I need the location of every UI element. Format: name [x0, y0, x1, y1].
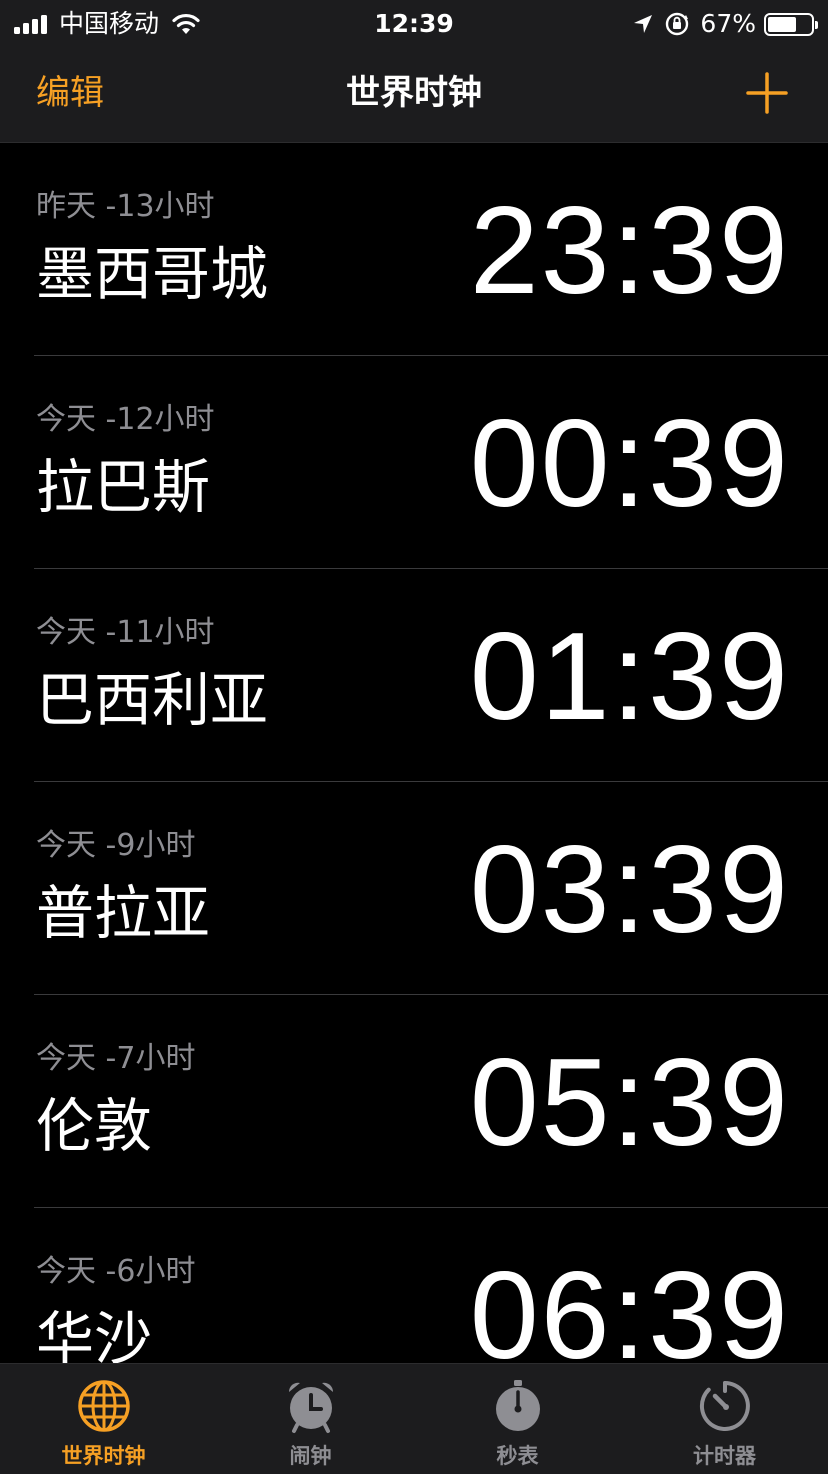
battery-icon: [764, 12, 818, 36]
list-item[interactable]: 今天 -9小时 普拉亚 03:39: [34, 782, 828, 995]
list-item[interactable]: 昨天 -13小时 墨西哥城 23:39: [34, 143, 828, 356]
day-offset-label: 今天 -9小时: [36, 828, 196, 863]
day-offset-label: 今天 -12小时: [36, 402, 215, 437]
alarm-clock-icon: [288, 1382, 333, 1433]
city-time: 03:39: [469, 821, 790, 959]
globe-icon: [77, 1380, 130, 1432]
city-time: 05:39: [469, 1034, 790, 1172]
tab-label: 秒表: [496, 1444, 539, 1468]
orientation-lock-icon: [666, 12, 689, 36]
tab-label: 世界时钟: [61, 1444, 146, 1468]
city-name: 普拉亚: [36, 879, 211, 947]
plus-icon[interactable]: [746, 72, 788, 114]
status-bar: 中国移动 12:39 67%: [0, 0, 828, 48]
city-name: 华沙: [36, 1305, 153, 1363]
list-item[interactable]: 今天 -12小时 拉巴斯 00:39: [34, 356, 828, 569]
navigation-bar: 编辑 世界时钟: [0, 48, 828, 143]
tab-alarm[interactable]: 闹钟: [207, 1364, 414, 1474]
stopwatch-icon: [495, 1380, 540, 1431]
tab-timer[interactable]: 计时器: [621, 1364, 828, 1474]
list-item[interactable]: 今天 -7小时 伦敦 05:39: [34, 995, 828, 1208]
list-item[interactable]: 今天 -11小时 巴西利亚 01:39: [34, 569, 828, 782]
battery-percent: 67%: [700, 9, 756, 38]
city-time: 23:39: [469, 182, 790, 320]
day-offset-label: 今天 -11小时: [36, 615, 215, 650]
city-name: 伦敦: [36, 1092, 153, 1160]
world-clock-list[interactable]: 昨天 -13小时 墨西哥城 23:39 今天 -12小时 拉巴斯 00:39 今…: [0, 143, 828, 1363]
location-arrow-icon: [634, 15, 653, 33]
tab-world-clock[interactable]: 世界时钟: [0, 1364, 207, 1474]
battery-level: [768, 16, 796, 32]
day-offset-label: 今天 -6小时: [36, 1254, 196, 1289]
list-item[interactable]: 今天 -6小时 华沙 06:39: [34, 1208, 828, 1363]
tab-bar: 世界时钟 闹钟 秒表 计时器: [0, 1363, 828, 1474]
city-time: 01:39: [469, 608, 790, 746]
day-offset-label: 今天 -7小时: [36, 1041, 196, 1076]
timer-icon: [699, 1381, 750, 1431]
city-name: 墨西哥城: [36, 240, 269, 308]
day-offset-label: 昨天 -13小时: [36, 189, 215, 224]
tab-label: 闹钟: [289, 1444, 332, 1468]
tab-label: 计时器: [693, 1444, 756, 1468]
city-name: 巴西利亚: [36, 666, 269, 734]
tab-stopwatch[interactable]: 秒表: [414, 1364, 621, 1474]
page-title: 世界时钟: [346, 73, 482, 113]
city-time: 06:39: [469, 1247, 790, 1363]
city-name: 拉巴斯: [36, 453, 211, 521]
city-time: 00:39: [469, 395, 790, 533]
status-right: 67%: [632, 0, 818, 48]
